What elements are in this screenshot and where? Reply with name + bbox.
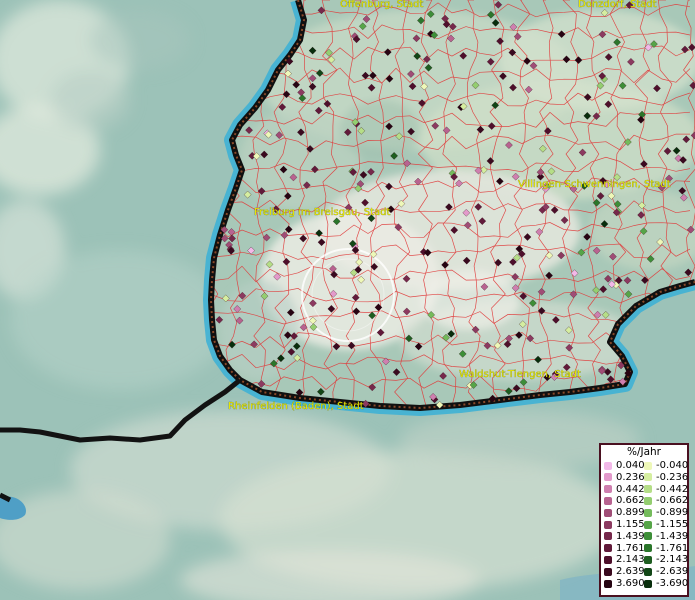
legend-swatch bbox=[604, 579, 612, 588]
legend-value: -0.899 bbox=[656, 507, 689, 519]
legend-value: -2.639 bbox=[656, 566, 689, 578]
legend-swatch bbox=[604, 532, 612, 541]
legend-value: -3.690 bbox=[656, 578, 689, 589]
legend-swatch bbox=[604, 473, 612, 482]
legend-value: -1.761 bbox=[656, 542, 689, 554]
legend-value: -0.236 bbox=[656, 471, 689, 483]
legend-swatch bbox=[604, 567, 612, 576]
legend-value: 0.662 bbox=[616, 495, 645, 507]
legend-value: 0.442 bbox=[616, 483, 645, 495]
legend-value: 3.690 bbox=[616, 578, 645, 589]
legend-value: -0.662 bbox=[656, 495, 689, 507]
map-legend: %/Jahr 0.040 -0.040 0.236 -0.236 0.442 -0.442… bbox=[599, 443, 689, 597]
label-freiburg: Freiburg im Breisgau, Stadt bbox=[254, 207, 391, 218]
label-villingen: Villingen-Schwenningen, Stadt bbox=[518, 179, 671, 190]
legend-swatch bbox=[644, 508, 652, 517]
legend-value: 0.040 bbox=[616, 460, 645, 471]
legend-value: -1.155 bbox=[656, 519, 689, 530]
legend-swatch bbox=[604, 485, 612, 494]
label-rheinfelden: Rheinfelden (Baden), Stadt bbox=[228, 401, 364, 412]
legend-value: 1.155 bbox=[616, 519, 645, 530]
legend-value: -2.143 bbox=[656, 554, 689, 566]
legend-swatch bbox=[644, 461, 652, 470]
legend-value: 1.761 bbox=[616, 542, 645, 554]
legend-swatch bbox=[644, 544, 652, 553]
legend-swatch bbox=[644, 496, 652, 505]
legend-swatch bbox=[604, 555, 612, 564]
legend-value: 0.236 bbox=[616, 471, 645, 483]
legend-value: -0.442 bbox=[656, 483, 689, 495]
legend-swatch bbox=[604, 461, 612, 470]
legend-swatch bbox=[604, 544, 612, 553]
legend-swatch bbox=[604, 520, 612, 529]
legend-value: 1.439 bbox=[616, 530, 645, 542]
label-waldshut: Waldshut-Tiengen, Stadt bbox=[459, 369, 581, 380]
legend-swatch bbox=[644, 579, 652, 588]
label-donzdorf: Donzdorf, Stadt bbox=[578, 0, 657, 10]
legend-swatch bbox=[604, 496, 612, 505]
legend-value: -0.040 bbox=[656, 460, 689, 471]
label-offenburg: Offenburg, Stadt bbox=[340, 0, 423, 10]
legend-swatch bbox=[644, 567, 652, 576]
legend-swatch bbox=[604, 508, 612, 517]
legend-value: 0.899 bbox=[616, 507, 645, 519]
legend-swatch bbox=[644, 532, 652, 541]
legend-title: %/Jahr bbox=[626, 446, 662, 458]
legend-value: -1.439 bbox=[656, 530, 689, 542]
legend-value: 2.639 bbox=[616, 566, 645, 578]
legend-swatch bbox=[644, 485, 652, 494]
relief-map[interactable]: Offenburg, Stadt Donzdorf, Stadt Freibur… bbox=[0, 0, 695, 600]
legend-value: 2.143 bbox=[616, 554, 645, 566]
legend-swatch bbox=[644, 473, 652, 482]
legend-swatch bbox=[644, 520, 652, 529]
legend-swatch bbox=[644, 555, 652, 564]
